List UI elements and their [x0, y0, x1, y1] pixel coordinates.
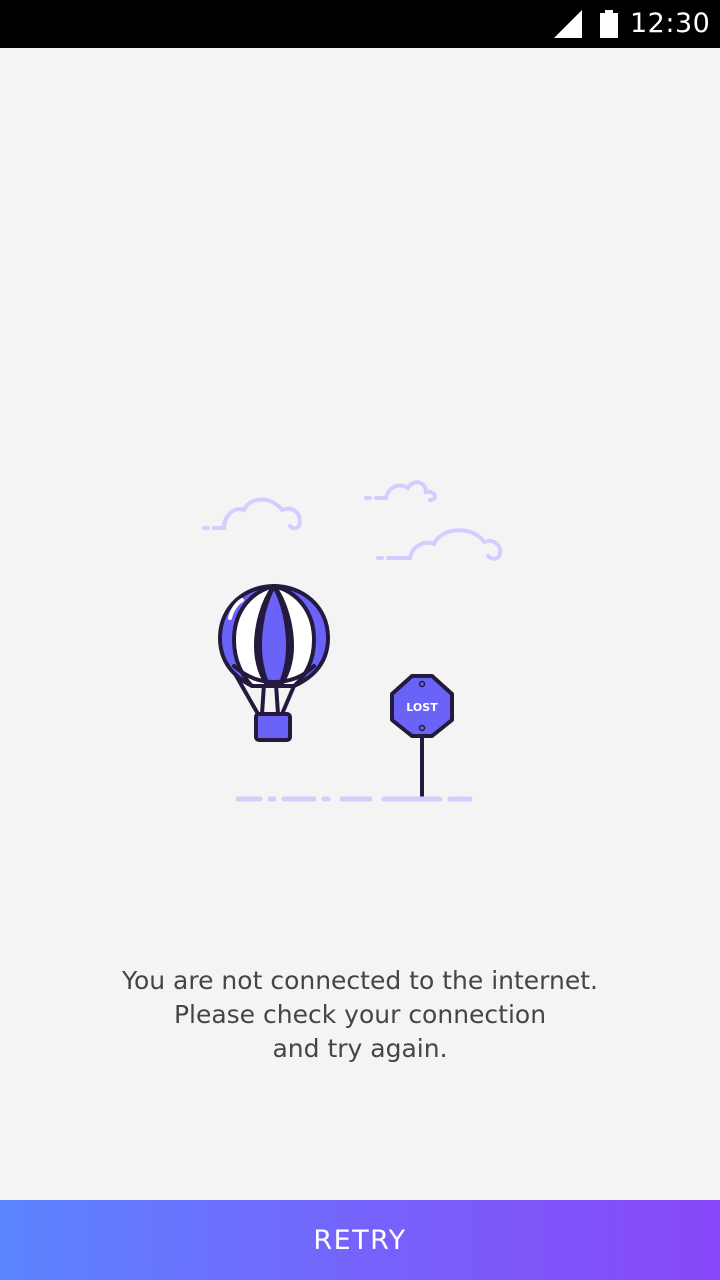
sign-text: LOST: [406, 701, 438, 714]
no-connection-message: You are not connected to the internet. P…: [60, 964, 660, 1066]
message-line-2: Please check your connection: [173, 1000, 547, 1029]
message-line-1: You are not connected to the internet.: [122, 966, 598, 995]
status-bar: 12:30: [0, 0, 720, 48]
battery-icon: [600, 10, 618, 38]
retry-label: RETRY: [313, 1224, 407, 1256]
message-line-3: and try again.: [272, 1034, 448, 1063]
hot-air-balloon-icon: [217, 583, 331, 742]
signal-icon: [554, 10, 582, 38]
retry-button[interactable]: RETRY: [0, 1200, 720, 1280]
stop-sign-icon: LOST: [390, 674, 454, 798]
cloud-icon: [202, 480, 503, 561]
no-connection-illustration: LOST: [202, 480, 503, 802]
status-time: 12:30: [630, 8, 711, 39]
